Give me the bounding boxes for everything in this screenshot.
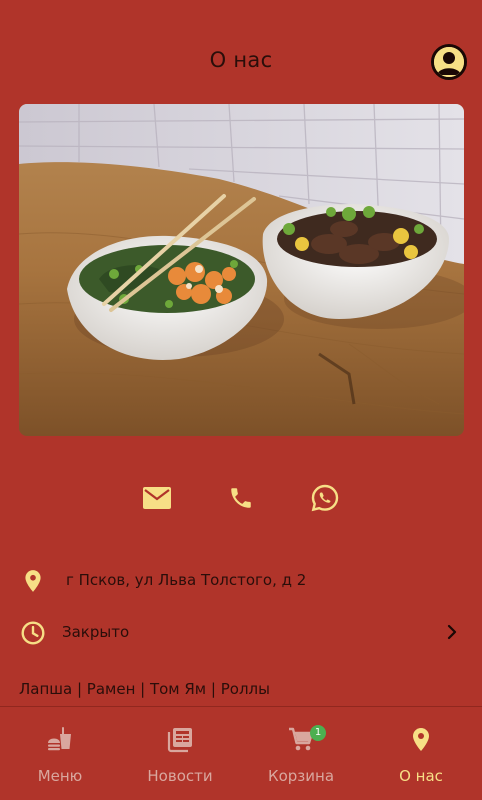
profile-button[interactable] bbox=[431, 44, 467, 80]
phone-button[interactable] bbox=[221, 478, 261, 518]
contact-buttons bbox=[0, 478, 482, 518]
nav-label-news: Новости bbox=[147, 767, 213, 785]
cart-badge: 1 bbox=[310, 725, 326, 741]
page-title: О нас bbox=[209, 48, 273, 72]
nav-item-cart[interactable]: 1 Корзина bbox=[241, 707, 361, 800]
nav-item-news[interactable]: Новости bbox=[120, 707, 240, 800]
bottom-navigation: Меню Новости 1 Корзина О нас bbox=[0, 706, 482, 800]
email-icon bbox=[143, 487, 171, 509]
nav-item-about[interactable]: О нас bbox=[361, 707, 481, 800]
nav-label-cart: Корзина bbox=[267, 767, 335, 785]
account-circle-icon bbox=[434, 47, 464, 77]
app-header: О нас bbox=[0, 0, 482, 104]
address-row[interactable]: г Псков, ул Льва Толстого, д 2 bbox=[0, 560, 482, 600]
hero-image bbox=[19, 104, 464, 436]
address-text: г Псков, ул Льва Толстого, д 2 bbox=[66, 571, 307, 589]
phone-icon bbox=[231, 488, 251, 508]
whatsapp-icon bbox=[311, 484, 339, 512]
noodle-bowls-photo bbox=[19, 104, 464, 436]
location-pin-icon bbox=[25, 570, 41, 592]
chevron-right-icon bbox=[447, 624, 457, 640]
hours-row[interactable]: Закрыто bbox=[0, 612, 482, 652]
whatsapp-button[interactable] bbox=[305, 478, 345, 518]
nav-label-about: О нас bbox=[399, 767, 443, 785]
cuisine-tags: Лапша | Рамен | Том Ям | Роллы bbox=[19, 680, 270, 698]
nav-label-menu: Меню bbox=[37, 767, 83, 785]
location-pin-icon bbox=[413, 728, 429, 751]
clock-icon bbox=[21, 621, 45, 645]
hours-status: Закрыто bbox=[62, 623, 130, 641]
email-button[interactable] bbox=[137, 478, 177, 518]
news-icon bbox=[167, 728, 192, 753]
food-icon bbox=[48, 727, 71, 751]
nav-item-menu[interactable]: Меню bbox=[0, 707, 120, 800]
